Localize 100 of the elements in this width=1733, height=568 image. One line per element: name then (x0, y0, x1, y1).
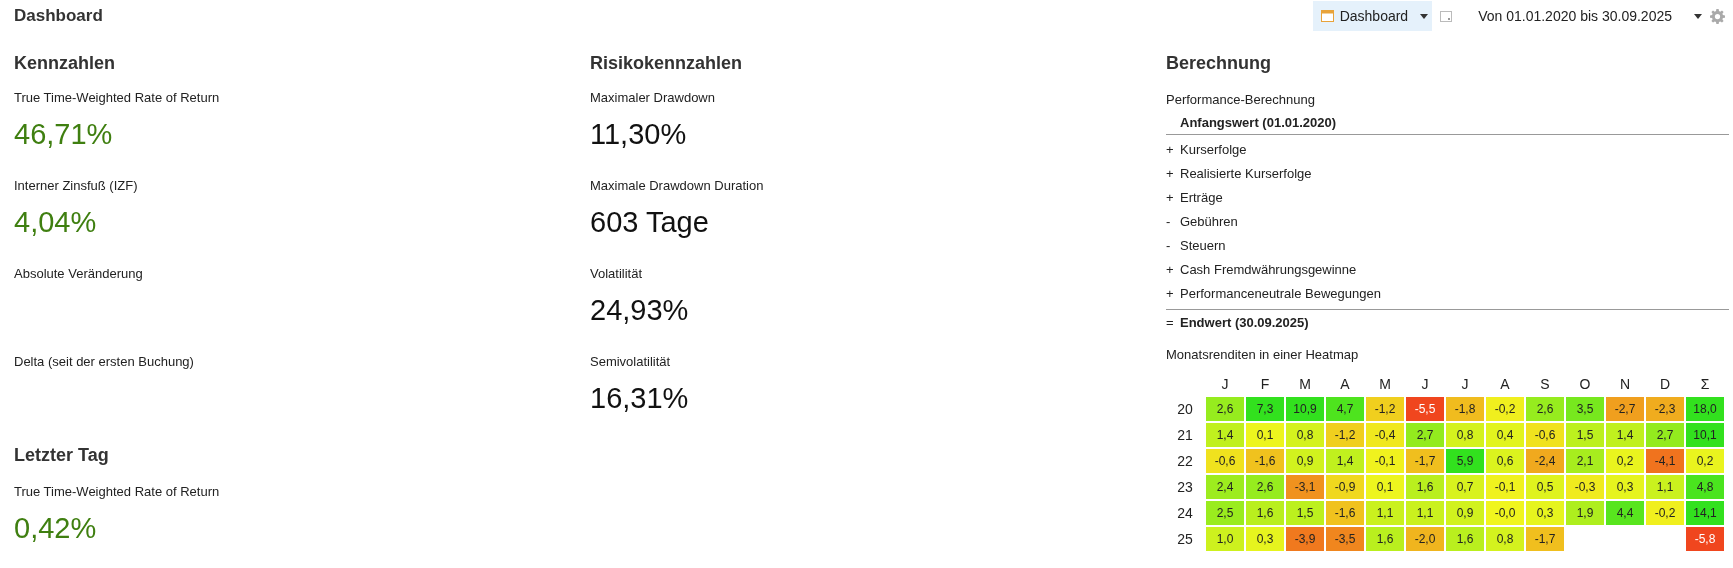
sign-symbol: - (1166, 213, 1172, 232)
heatmap-cell: -0,6 (1526, 423, 1564, 447)
heatmap-cell: -0,2 (1486, 397, 1524, 421)
heatmap-cell: -2,3 (1646, 397, 1684, 421)
metric-label: Maximaler Drawdown (590, 89, 716, 107)
metric-label: True Time-Weighted Rate of Return (14, 483, 221, 501)
heatmap-cell: -0,9 (1326, 475, 1364, 499)
metric-label: Volatilität (590, 265, 644, 283)
column-header: J (1460, 374, 1470, 394)
heatmap-cell: 1,0 (1206, 527, 1244, 551)
row-header: 24 (1176, 503, 1194, 523)
heatmap-cell: -1,6 (1246, 449, 1284, 473)
heatmap-cell: 1,6 (1366, 527, 1404, 551)
heatmap-cell: 1,5 (1566, 423, 1604, 447)
column-header: A (1499, 374, 1511, 394)
heatmap-cell: 1,6 (1246, 501, 1284, 525)
heatmap-cell: 0,4 (1486, 423, 1524, 447)
sign-symbol: + (1166, 285, 1175, 304)
row-header: 22 (1176, 451, 1194, 471)
sign-symbol: + (1166, 141, 1175, 160)
column-header: J (1420, 374, 1430, 394)
metric-value: 603 Tage (590, 207, 710, 237)
caret-icon[interactable] (1694, 13, 1702, 19)
heatmap-cell: 0,9 (1446, 501, 1484, 525)
heatmap-cell: 0,8 (1286, 423, 1324, 447)
heatmap-cell: 2,6 (1206, 397, 1244, 421)
metric-value: 4,04% (14, 207, 98, 237)
heatmap-title: Monatsrenditen in einer Heatmap (1166, 346, 1360, 364)
heatmap-cell: 1,6 (1446, 527, 1484, 551)
calc-line: Steuern (1180, 237, 1226, 256)
heatmap-cell: 18,0 (1686, 397, 1724, 421)
section-heading: Berechnung (1166, 52, 1272, 75)
section-heading: Kennzahlen (14, 52, 116, 75)
heatmap-cell: 10,1 (1686, 423, 1724, 447)
heatmap-cell: 1,4 (1206, 423, 1244, 447)
calc-line: Anfangswert (01.01.2020) (1180, 113, 1337, 132)
heatmap-cell: 0,2 (1606, 449, 1644, 473)
heatmap-cell: 1,1 (1406, 501, 1444, 525)
heatmap-cell: 2,6 (1526, 397, 1564, 421)
column-header: Σ (1699, 374, 1711, 394)
sign-symbol: + (1166, 261, 1175, 280)
calc-line: Cash Fremdwährungsgewinne (1180, 261, 1357, 280)
heatmap-cell: -1,2 (1366, 397, 1404, 421)
heatmap-cell: 0,5 (1526, 475, 1564, 499)
section-heading: Letzter Tag (14, 444, 110, 467)
row-header: 21 (1176, 425, 1194, 445)
metric-label: True Time-Weighted Rate of Return (14, 89, 221, 107)
column-header: F (1259, 374, 1271, 394)
heatmap-cell: 1,4 (1326, 449, 1364, 473)
sign-symbol: + (1166, 165, 1175, 184)
dashboard-button[interactable]: Dashboard (1312, 1, 1417, 31)
heatmap-cell: -0,1 (1366, 449, 1404, 473)
heatmap-cell: 0,3 (1526, 501, 1564, 525)
heatmap-cell: -5,5 (1406, 397, 1444, 421)
heatmap-cell: -1,7 (1406, 449, 1444, 473)
heatmap-cell: 5,9 (1446, 449, 1484, 473)
metric-label: Maximale Drawdown Duration (590, 177, 765, 195)
calc-line: Gebühren (1180, 213, 1238, 232)
heatmap-cell: 2,4 (1206, 475, 1244, 499)
column-header: M (1298, 374, 1312, 394)
column-header: N (1618, 374, 1632, 394)
window-title: Dashboard (14, 5, 103, 28)
metric-label: Interner Zinsfuß (IZF) (14, 177, 139, 195)
window-icon[interactable] (1440, 10, 1453, 22)
heatmap-cell: 0,1 (1366, 475, 1404, 499)
heatmap-cell: 1,1 (1366, 501, 1404, 525)
subtitle: Performance-Berechnung (1166, 91, 1316, 109)
heatmap-cell: -2,4 (1526, 449, 1564, 473)
column-header: J (1220, 374, 1230, 394)
heatmap-cell: 4,7 (1326, 397, 1364, 421)
column-header: A (1339, 374, 1351, 394)
metric-value: 11,30% (590, 119, 688, 149)
heatmap-cell: 0,6 (1486, 449, 1524, 473)
metric-value: 46,71% (14, 119, 114, 149)
heatmap-cell: -1,6 (1326, 501, 1364, 525)
heatmap-cell: 4,4 (1606, 501, 1644, 525)
heatmap-cell: 1,6 (1406, 475, 1444, 499)
column-header: D (1658, 374, 1672, 394)
calc-line: Kurserfolge (1180, 141, 1247, 160)
heatmap-cell: 0,9 (1286, 449, 1324, 473)
column-header: S (1539, 374, 1551, 394)
dropdown-button[interactable] (1416, 1, 1433, 31)
column-header: O (1578, 374, 1592, 394)
heatmap-cell: -0,6 (1206, 449, 1244, 473)
heatmap-cell: 0,7 (1446, 475, 1484, 499)
heatmap-cell: -0,1 (1486, 475, 1524, 499)
heatmap-cell: 1,1 (1646, 475, 1684, 499)
heatmap-cell: 0,8 (1446, 423, 1484, 447)
heatmap-cell: 1,4 (1606, 423, 1644, 447)
heatmap-cell: 2,7 (1406, 423, 1444, 447)
heatmap-cell: -3,1 (1286, 475, 1324, 499)
calendar-icon (1320, 10, 1334, 22)
metric-value: 16,31% (590, 383, 690, 413)
metric-label: Semivolatilität (590, 353, 672, 371)
heatmap-cell: -1,7 (1526, 527, 1564, 551)
heatmap-cell: 2,6 (1246, 475, 1284, 499)
calc-line: Realisierte Kurserfolge (1180, 165, 1312, 184)
heatmap-cell: -0,4 (1366, 423, 1404, 447)
heatmap-cell: -3,5 (1326, 527, 1364, 551)
heatmap-cell: -4,1 (1646, 449, 1684, 473)
